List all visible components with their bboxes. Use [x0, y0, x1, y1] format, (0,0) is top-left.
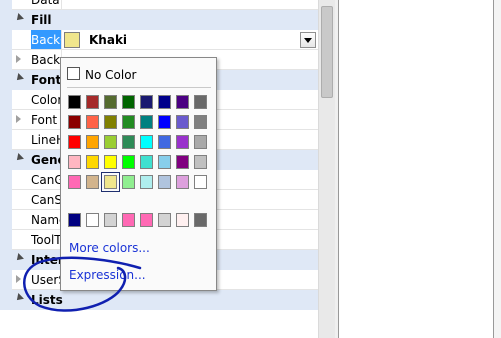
row-gutter	[0, 50, 12, 70]
separator	[67, 87, 211, 88]
color-swatch[interactable]	[86, 135, 99, 149]
row-gutter	[0, 0, 12, 10]
row-gutter	[0, 270, 12, 290]
color-swatch[interactable]	[194, 115, 207, 129]
category-label: Lists	[31, 293, 63, 307]
design-surface	[335, 0, 501, 338]
color-swatch[interactable]	[104, 115, 117, 129]
color-swatch[interactable]	[176, 155, 189, 169]
row-gutter	[0, 230, 12, 250]
dropdown-arrow-button[interactable]	[300, 32, 316, 48]
color-swatch[interactable]	[104, 135, 117, 149]
color-swatch[interactable]	[122, 135, 135, 149]
color-swatch[interactable]	[122, 155, 135, 169]
color-swatch[interactable]	[176, 95, 189, 109]
color-swatch[interactable]	[104, 95, 117, 109]
color-swatch[interactable]	[158, 155, 171, 169]
color-swatch[interactable]	[140, 95, 153, 109]
recent-color-swatch[interactable]	[104, 213, 117, 227]
color-picker-dropdown: No Color More colors... Expression...	[60, 57, 217, 291]
property-name: LineHeight	[31, 133, 61, 147]
recent-color-swatch[interactable]	[140, 213, 153, 227]
collapsed-triangle-icon[interactable]	[16, 275, 21, 283]
color-swatch[interactable]	[68, 175, 81, 189]
color-swatch[interactable]	[140, 115, 153, 129]
expanded-triangle-icon[interactable]	[14, 253, 24, 263]
color-swatch[interactable]	[122, 115, 135, 129]
no-color-label: No Color	[85, 68, 137, 82]
color-swatch[interactable]	[104, 155, 117, 169]
expanded-triangle-icon[interactable]	[14, 293, 24, 303]
color-swatch[interactable]	[86, 175, 99, 189]
row-gutter	[0, 190, 12, 210]
property-row[interactable]: Data Auto	[0, 0, 318, 10]
color-swatch[interactable]	[101, 172, 120, 192]
color-swatch[interactable]	[158, 175, 171, 189]
collapsed-triangle-icon[interactable]	[16, 115, 21, 123]
property-name: UserSort	[31, 273, 61, 287]
expression-link[interactable]: Expression...	[69, 268, 146, 282]
color-swatch[interactable]	[176, 175, 189, 189]
color-swatch[interactable]	[158, 95, 171, 109]
row-gutter	[0, 30, 12, 50]
color-swatch[interactable]	[122, 175, 135, 189]
more-colors-link[interactable]: More colors...	[69, 241, 150, 255]
row-gutter	[0, 210, 12, 230]
property-name: CanGrow	[31, 173, 61, 187]
property-name: Font	[31, 113, 58, 127]
category-label: Fill	[31, 13, 52, 27]
color-swatch[interactable]	[176, 115, 189, 129]
property-name: ToolTip	[31, 233, 61, 247]
no-color-option[interactable]: No Color	[67, 66, 136, 84]
recent-color-swatch[interactable]	[158, 213, 171, 227]
recent-color-swatch[interactable]	[194, 213, 207, 227]
color-swatch[interactable]	[194, 175, 207, 189]
row-gutter	[0, 130, 12, 150]
color-swatch[interactable]	[122, 95, 135, 109]
color-swatch[interactable]	[140, 155, 153, 169]
color-value-text: Khaki	[89, 33, 128, 47]
expanded-triangle-icon[interactable]	[14, 153, 24, 163]
property-name: Color	[31, 93, 61, 107]
recent-color-swatch[interactable]	[86, 213, 99, 227]
color-swatch[interactable]	[140, 175, 153, 189]
color-swatch[interactable]	[194, 135, 207, 149]
color-swatch[interactable]	[158, 115, 171, 129]
property-row[interactable]: BackColor Khaki	[0, 30, 318, 50]
recent-color-swatch[interactable]	[122, 213, 135, 227]
color-swatch[interactable]	[194, 95, 207, 109]
recent-color-swatch[interactable]	[176, 213, 189, 227]
color-swatch[interactable]	[140, 135, 153, 149]
color-swatch[interactable]	[86, 115, 99, 129]
expanded-triangle-icon[interactable]	[14, 73, 24, 83]
right-edge-scrollbar[interactable]	[493, 0, 501, 338]
color-swatch[interactable]	[176, 135, 189, 149]
color-swatch[interactable]	[68, 95, 81, 109]
recent-color-swatch[interactable]	[68, 213, 81, 227]
backcolor-value-combo[interactable]: Khaki	[62, 30, 318, 50]
category-row[interactable]: Fill	[0, 10, 318, 30]
property-name: CanShrink	[31, 193, 61, 207]
property-grid-scrollbar[interactable]	[318, 0, 335, 338]
no-color-checkbox-icon	[67, 67, 80, 80]
color-swatch[interactable]	[86, 95, 99, 109]
color-swatch[interactable]	[68, 155, 81, 169]
collapsed-triangle-icon[interactable]	[16, 55, 21, 63]
expanded-triangle-icon[interactable]	[14, 13, 24, 23]
color-swatch[interactable]	[68, 115, 81, 129]
color-swatch[interactable]	[158, 135, 171, 149]
color-swatch[interactable]	[68, 135, 81, 149]
color-swatch[interactable]	[86, 155, 99, 169]
pane-splitter[interactable]	[335, 0, 339, 338]
row-gutter	[0, 90, 12, 110]
row-gutter	[0, 170, 12, 190]
property-name: BackColor	[31, 30, 61, 50]
color-swatch	[64, 32, 80, 48]
property-name: Name	[31, 213, 61, 227]
color-swatch[interactable]	[194, 155, 207, 169]
category-row[interactable]: Lists	[0, 290, 318, 310]
scrollbar-thumb[interactable]	[321, 6, 333, 98]
row-gutter	[0, 110, 12, 130]
property-name: BackColor2	[31, 53, 61, 67]
